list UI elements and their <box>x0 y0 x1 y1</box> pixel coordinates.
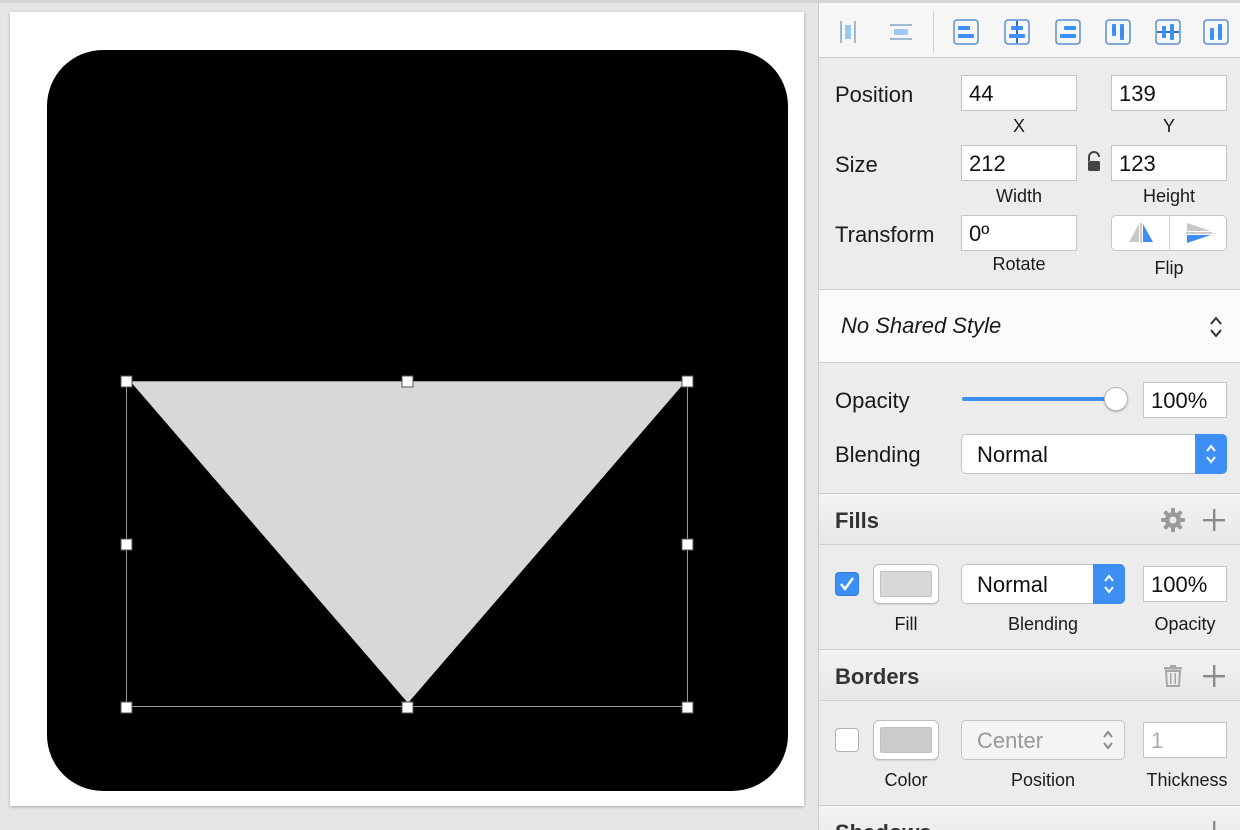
rotate-input[interactable]: 0º <box>961 215 1077 251</box>
opacity-slider-track[interactable] <box>962 397 1116 401</box>
position-x-label: X <box>1012 116 1025 136</box>
border-position-select[interactable]: Center <box>961 720 1125 760</box>
align-right-icon[interactable] <box>1051 15 1085 49</box>
fill-opacity-column-label: Opacity <box>1154 614 1216 634</box>
transform-label: Transform <box>835 222 935 247</box>
fills-title: Fills <box>835 508 880 533</box>
borders-title: Borders <box>835 664 920 689</box>
resize-handle-bottom-center[interactable] <box>401 701 414 714</box>
resize-handle-bottom-right[interactable] <box>681 701 694 714</box>
align-vertical-center-icon[interactable] <box>1151 15 1185 49</box>
rotate-label: Rotate <box>992 254 1046 274</box>
add-fill-icon[interactable] <box>1200 506 1228 534</box>
height-label: Height <box>1142 186 1196 206</box>
opacity-slider-fill <box>962 397 1116 401</box>
distribute-horizontal-icon[interactable] <box>831 15 865 49</box>
blending-label: Blending <box>835 442 921 467</box>
trash-icon[interactable] <box>1159 662 1187 690</box>
shadows-section-header: Shadows <box>819 805 1240 830</box>
border-color-well[interactable] <box>873 720 939 760</box>
blending-stepper-icon <box>1195 434 1227 474</box>
size-label: Size <box>835 152 878 177</box>
border-color-column-label: Color <box>884 770 928 790</box>
toolbar-separator <box>933 11 934 53</box>
width-input[interactable]: 212 <box>961 145 1077 181</box>
opacity-slider-knob[interactable] <box>1104 387 1128 411</box>
fill-blending-stepper-icon <box>1093 564 1125 604</box>
triangle-shape[interactable] <box>130 381 686 703</box>
fill-blending-value: Normal <box>977 572 1048 597</box>
shadows-title: Shadows <box>835 820 932 830</box>
fill-column-label: Fill <box>894 614 918 634</box>
fill-color-swatch <box>880 571 932 597</box>
borders-section-header: Borders <box>819 649 1240 701</box>
position-y-label: Y <box>1162 116 1175 136</box>
border-enabled-checkbox[interactable] <box>835 728 859 752</box>
resize-handle-top-center[interactable] <box>401 375 414 388</box>
flip-vertical-icon[interactable] <box>1170 216 1227 250</box>
shared-style-selector[interactable]: No Shared Style <box>819 289 1240 363</box>
border-position-value: Center <box>977 728 1044 753</box>
flip-label: Flip <box>1154 258 1184 278</box>
flip-control <box>1111 215 1227 251</box>
fill-blending-select[interactable]: Normal <box>961 564 1125 604</box>
blending-select[interactable]: Normal <box>961 434 1227 474</box>
resize-handle-middle-left[interactable] <box>120 538 133 551</box>
inspector-panel: Position 44 X 139 Y Size 212 Width 123 H… <box>818 0 1240 830</box>
position-label: Position <box>835 82 914 107</box>
fill-color-well[interactable] <box>873 564 939 604</box>
border-thickness-input[interactable]: 1 <box>1143 722 1227 758</box>
fills-section-header: Fills <box>819 493 1240 545</box>
border-color-swatch <box>880 727 932 753</box>
align-left-icon[interactable] <box>949 15 983 49</box>
width-label: Width <box>995 186 1042 206</box>
canvas-overlay <box>120 375 694 714</box>
blending-select-value: Normal <box>977 442 1048 467</box>
distribute-vertical-icon[interactable] <box>884 15 918 49</box>
fill-enabled-checkbox[interactable] <box>835 572 859 596</box>
fill-opacity-input[interactable]: 100% <box>1143 566 1227 602</box>
fill-blending-column-label: Blending <box>1007 614 1079 634</box>
resize-handle-top-right[interactable] <box>681 375 694 388</box>
shared-style-value: No Shared Style <box>841 313 1002 338</box>
lock-icon[interactable] <box>1085 150 1103 174</box>
opacity-label: Opacity <box>835 388 910 413</box>
alignment-toolbar <box>819 0 1240 58</box>
align-top-icon[interactable] <box>1101 15 1135 49</box>
checkmark-icon <box>840 577 855 592</box>
opacity-input[interactable]: 100% <box>1143 382 1227 418</box>
align-horizontal-center-icon[interactable] <box>1000 15 1034 49</box>
chevron-up-down-icon <box>1210 316 1222 338</box>
position-x-input[interactable]: 44 <box>961 75 1077 111</box>
border-position-column-label: Position <box>1010 770 1076 790</box>
resize-handle-bottom-left[interactable] <box>120 701 133 714</box>
canvas[interactable] <box>0 0 818 830</box>
gear-icon[interactable] <box>1159 506 1187 534</box>
add-border-icon[interactable] <box>1200 662 1228 690</box>
position-y-input[interactable]: 139 <box>1111 75 1227 111</box>
add-shadow-icon[interactable] <box>1200 818 1228 830</box>
align-bottom-icon[interactable] <box>1199 15 1233 49</box>
height-input[interactable]: 123 <box>1111 145 1227 181</box>
resize-handle-top-left[interactable] <box>120 375 133 388</box>
chevron-up-down-icon <box>1103 730 1113 750</box>
flip-horizontal-icon[interactable] <box>1112 216 1169 250</box>
resize-handle-middle-right[interactable] <box>681 538 694 551</box>
border-thickness-column-label: Thickness <box>1146 770 1228 790</box>
